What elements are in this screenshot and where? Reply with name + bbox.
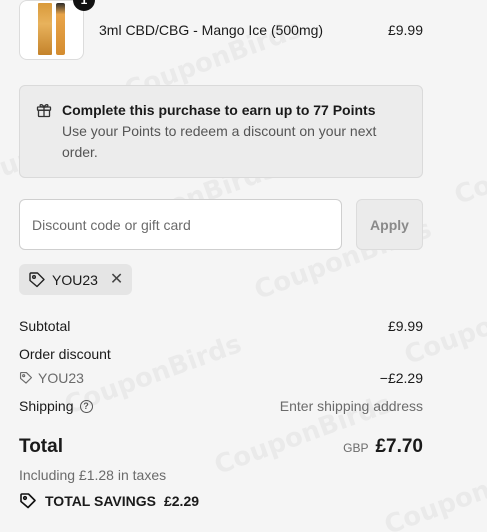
total-amount-group: GBP £7.70 xyxy=(343,436,423,458)
watermark: CouponBirds xyxy=(450,119,487,211)
product-pen-image xyxy=(56,3,65,55)
subtotal-value: £9.99 xyxy=(387,318,423,334)
product-name: 3ml CBD/CBG - Mango Ice (500mg) xyxy=(99,22,324,38)
taxes-note: Including £1.28 in taxes xyxy=(19,467,167,483)
total-amount: £7.70 xyxy=(375,436,423,457)
applied-code-chip: YOU23 ✕ xyxy=(19,264,133,295)
subtotal-row: Subtotal £9.99 xyxy=(19,318,423,334)
shipping-row: Shipping ? Enter shipping address xyxy=(19,398,423,414)
help-icon[interactable]: ? xyxy=(79,399,93,413)
discount-code-text: YOU23 xyxy=(38,370,84,386)
subtotal-label: Subtotal xyxy=(19,318,71,334)
tag-icon xyxy=(20,493,36,509)
total-savings: TOTAL SAVINGS £2.29 xyxy=(19,492,199,510)
discount-code-row: YOU23 −£2.29 xyxy=(19,370,423,386)
shipping-value: Enter shipping address xyxy=(279,398,423,414)
shipping-label-group: Shipping ? xyxy=(19,398,93,414)
gift-icon xyxy=(36,104,52,118)
total-row: Total GBP £7.70 xyxy=(19,436,423,458)
watermark: CouponBirds xyxy=(380,449,487,532)
savings-label: TOTAL SAVINGS xyxy=(45,493,156,509)
cart-item: 1 3ml CBD/CBG - Mango Ice (500mg) £9.99 xyxy=(19,0,423,60)
points-banner: Complete this purchase to earn up to 77 … xyxy=(19,85,423,178)
order-discount-row: Order discount xyxy=(19,346,423,362)
order-discount-label: Order discount xyxy=(19,346,111,362)
applied-code-label: YOU23 xyxy=(52,271,98,288)
shipping-label: Shipping xyxy=(19,398,74,414)
tag-icon xyxy=(29,271,45,287)
apply-button[interactable]: Apply xyxy=(356,199,423,250)
total-label: Total xyxy=(19,436,63,457)
points-subtitle: Use your Points to redeem a discount on … xyxy=(62,123,377,160)
taxes-row: Including £1.28 in taxes xyxy=(19,467,423,483)
product-box-image xyxy=(38,3,52,55)
tag-icon xyxy=(19,371,33,384)
currency-code: GBP xyxy=(343,441,369,455)
product-price: £9.99 xyxy=(387,22,423,38)
product-thumbnail: 1 xyxy=(19,0,95,60)
discount-code-summary: YOU23 xyxy=(19,370,84,386)
discount-value: −£2.29 xyxy=(379,370,423,386)
points-title: Complete this purchase to earn up to 77 … xyxy=(62,102,376,118)
savings-value: £2.29 xyxy=(163,493,200,509)
discount-code-input[interactable] xyxy=(19,199,342,250)
remove-code-close-icon[interactable]: ✕ xyxy=(110,271,123,288)
quantity-badge: 1 xyxy=(73,0,95,11)
